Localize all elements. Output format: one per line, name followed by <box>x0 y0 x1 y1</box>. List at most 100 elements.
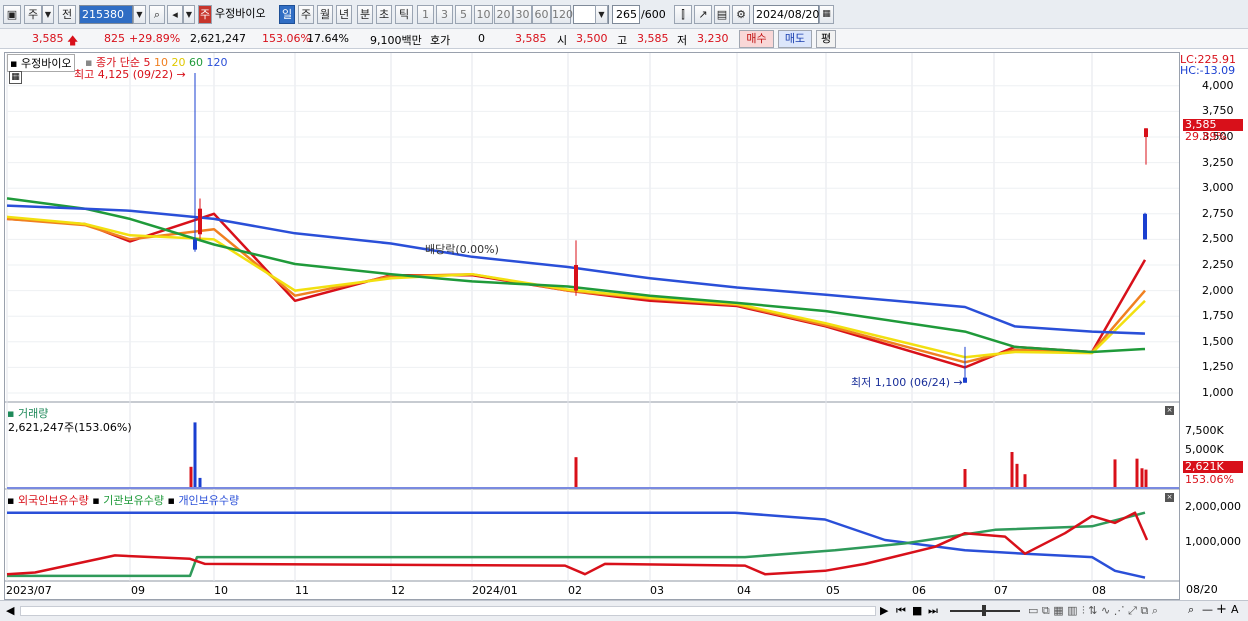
period-minute[interactable]: 분 <box>357 5 373 24</box>
text-tool-icon[interactable]: A <box>1231 603 1239 616</box>
sell-button[interactable]: 매도 <box>778 30 812 48</box>
interval-5[interactable]: 5 <box>455 5 472 24</box>
period-year[interactable]: 년 <box>336 5 352 24</box>
holdings-legend: ▪ 외국인보유수량 ▪ 기관보유수량 ▪ 개인보유수량 <box>7 494 240 507</box>
individual-holdings-line <box>7 511 1146 579</box>
market-badge: 주 <box>198 5 212 24</box>
candle-settings-icon[interactable]: ⫿ <box>674 5 692 24</box>
right-axis: LC:225.91 HC:-13.09 4,000 3,750 3,500 3,250… <box>1180 52 1248 600</box>
y-tick-label: 1,500 <box>1202 334 1234 348</box>
period-day[interactable]: 일 <box>279 5 295 24</box>
window-icon[interactable]: ▣ <box>3 5 21 24</box>
x-tick-label: 04 <box>737 584 751 597</box>
ma120-label: 120 <box>206 56 228 69</box>
foreign-holdings-label: 외국인보유수량 <box>17 494 89 507</box>
y-tick-label: 2,750 <box>1202 206 1234 220</box>
scroll-left-icon[interactable]: ◀ <box>6 604 14 617</box>
current-pct-tag: 29.89% <box>1185 130 1227 143</box>
period-month[interactable]: 월 <box>317 5 333 24</box>
price-panel-title: ▪ 우정바이오 <box>7 54 75 72</box>
prev-button[interactable]: 전 <box>58 5 76 24</box>
volume-panel-value: 2,621,247주(153.06%) <box>8 421 132 434</box>
interval-1[interactable]: 1 <box>417 5 434 24</box>
stock-mode-button[interactable]: 주 <box>24 5 42 24</box>
y-tick-label: 4,000 <box>1202 78 1234 92</box>
x-tick-label: 09 <box>131 584 145 597</box>
x-tick-label: 12 <box>391 584 405 597</box>
speaker-icon[interactable]: ◂ <box>167 5 183 24</box>
volume-bar <box>1023 474 1027 489</box>
volume-tick: 7,500K <box>1185 424 1224 437</box>
count-max: /600 <box>641 8 666 21</box>
stock-mode-dropdown-icon[interactable]: ▼ <box>42 5 54 24</box>
candle-body <box>1144 128 1148 137</box>
eval-button[interactable]: 평 <box>816 30 836 48</box>
bottom-scrollbar[interactable]: ◀ ▶ ⏮ ■ ⏭ ▭ ⧉ ▦ ▥ ⫶ ⇅ ∿ ⋰ ⤢ ⧉ ⌕ ⌕ — + A <box>0 600 1248 621</box>
y-tick-label: 1,750 <box>1202 309 1234 323</box>
stock-code-input[interactable]: 215380 <box>79 5 133 24</box>
volume-tick: 5,000K <box>1185 443 1224 456</box>
volume-bar <box>1135 458 1139 489</box>
code-dropdown-icon[interactable]: ▼ <box>133 5 146 24</box>
period-week[interactable]: 주 <box>298 5 314 24</box>
first-page-icon[interactable]: ⏮ <box>896 604 906 618</box>
zoom-in-icon[interactable]: + <box>1216 602 1227 617</box>
volume-bar <box>1140 468 1144 489</box>
interval-60[interactable]: 60 <box>532 5 551 24</box>
x-tick-label: 2024/01 <box>472 584 518 597</box>
close-icon[interactable]: × <box>1165 493 1174 502</box>
count-input[interactable]: 265 <box>612 5 640 24</box>
drawing-tools-icon[interactable]: ⫶ ⇅ ∿ ⋰ ⤢ ⧉ ⌕ <box>1082 604 1158 618</box>
gear-icon[interactable]: ⚙ <box>732 5 750 24</box>
period-tick[interactable]: 틱 <box>395 5 413 24</box>
interval-30[interactable]: 30 <box>513 5 532 24</box>
zoom-slider-handle[interactable] <box>982 605 986 616</box>
zoom-icon[interactable]: ⌕ <box>1188 603 1194 617</box>
turnover-rate: 17.64% <box>307 32 349 45</box>
candle-body <box>1143 213 1147 240</box>
table-icon[interactable]: ▦ <box>9 71 22 84</box>
open-label: 시 <box>557 34 568 47</box>
y-tick-label: 2,000 <box>1202 283 1234 297</box>
holdings-tick: 1,000,000 <box>1185 535 1241 548</box>
institution-holdings-line <box>7 511 1146 578</box>
quote-bar: 3,585 🡅 825 +29.89% 2,621,247 153.06% 17… <box>0 29 1248 49</box>
interval-3[interactable]: 3 <box>436 5 453 24</box>
up-arrow-icon: 🡅 <box>67 34 79 47</box>
foreign-holdings-line <box>6 511 1149 576</box>
scroll-right-icon[interactable]: ▶ <box>880 604 888 617</box>
search-icon[interactable]: ⌕ <box>149 5 165 24</box>
buy-button[interactable]: 매수 <box>739 30 774 48</box>
interval-10[interactable]: 10 <box>474 5 493 24</box>
volume-bar <box>963 469 967 489</box>
interval-dropdown-icon[interactable]: ▼ <box>595 5 608 24</box>
next-page-icon[interactable]: ⏭ <box>928 604 938 618</box>
stop-icon[interactable]: ■ <box>912 604 922 617</box>
chart-area[interactable]: ▪ 우정바이오 ▪ 종가 단순 5 10 20 60 120 ▦ 최고 4,12… <box>4 52 1181 600</box>
date-input[interactable]: 2024/08/20 <box>753 5 819 24</box>
period-second[interactable]: 초 <box>376 5 392 24</box>
volume-bar <box>574 457 578 489</box>
calendar-icon[interactable]: ▦ <box>819 5 834 24</box>
volume-bar <box>1015 463 1019 489</box>
interval-20[interactable]: 20 <box>494 5 513 24</box>
speaker-dropdown-icon[interactable]: ▼ <box>183 5 195 24</box>
interval-120[interactable]: 120 <box>551 5 573 24</box>
close-icon[interactable]: × <box>1165 406 1174 415</box>
scroll-track[interactable] <box>20 606 876 616</box>
bid-price: 3,585 <box>515 32 547 45</box>
current-volume-tag: 2,621K <box>1183 461 1243 473</box>
panel-layout-icon[interactable]: ▭ ⧉ ▦ ▥ <box>1028 604 1078 618</box>
trade-amount: 9,100백만 <box>370 34 422 47</box>
zoom-out-icon[interactable]: — <box>1202 603 1213 616</box>
individual-holdings-label: 개인보유수량 <box>178 494 240 507</box>
open-price: 3,500 <box>576 32 608 45</box>
high-price: 3,585 <box>637 32 669 45</box>
indicator-icon[interactable]: ↗ <box>694 5 712 24</box>
price-change: 825 <box>104 32 125 45</box>
save-icon[interactable]: ▤ <box>714 5 730 24</box>
ma60-label: 60 <box>188 56 203 69</box>
volume-bar <box>1010 452 1014 489</box>
high-label: 고 <box>617 34 628 47</box>
candle-body <box>574 265 578 291</box>
